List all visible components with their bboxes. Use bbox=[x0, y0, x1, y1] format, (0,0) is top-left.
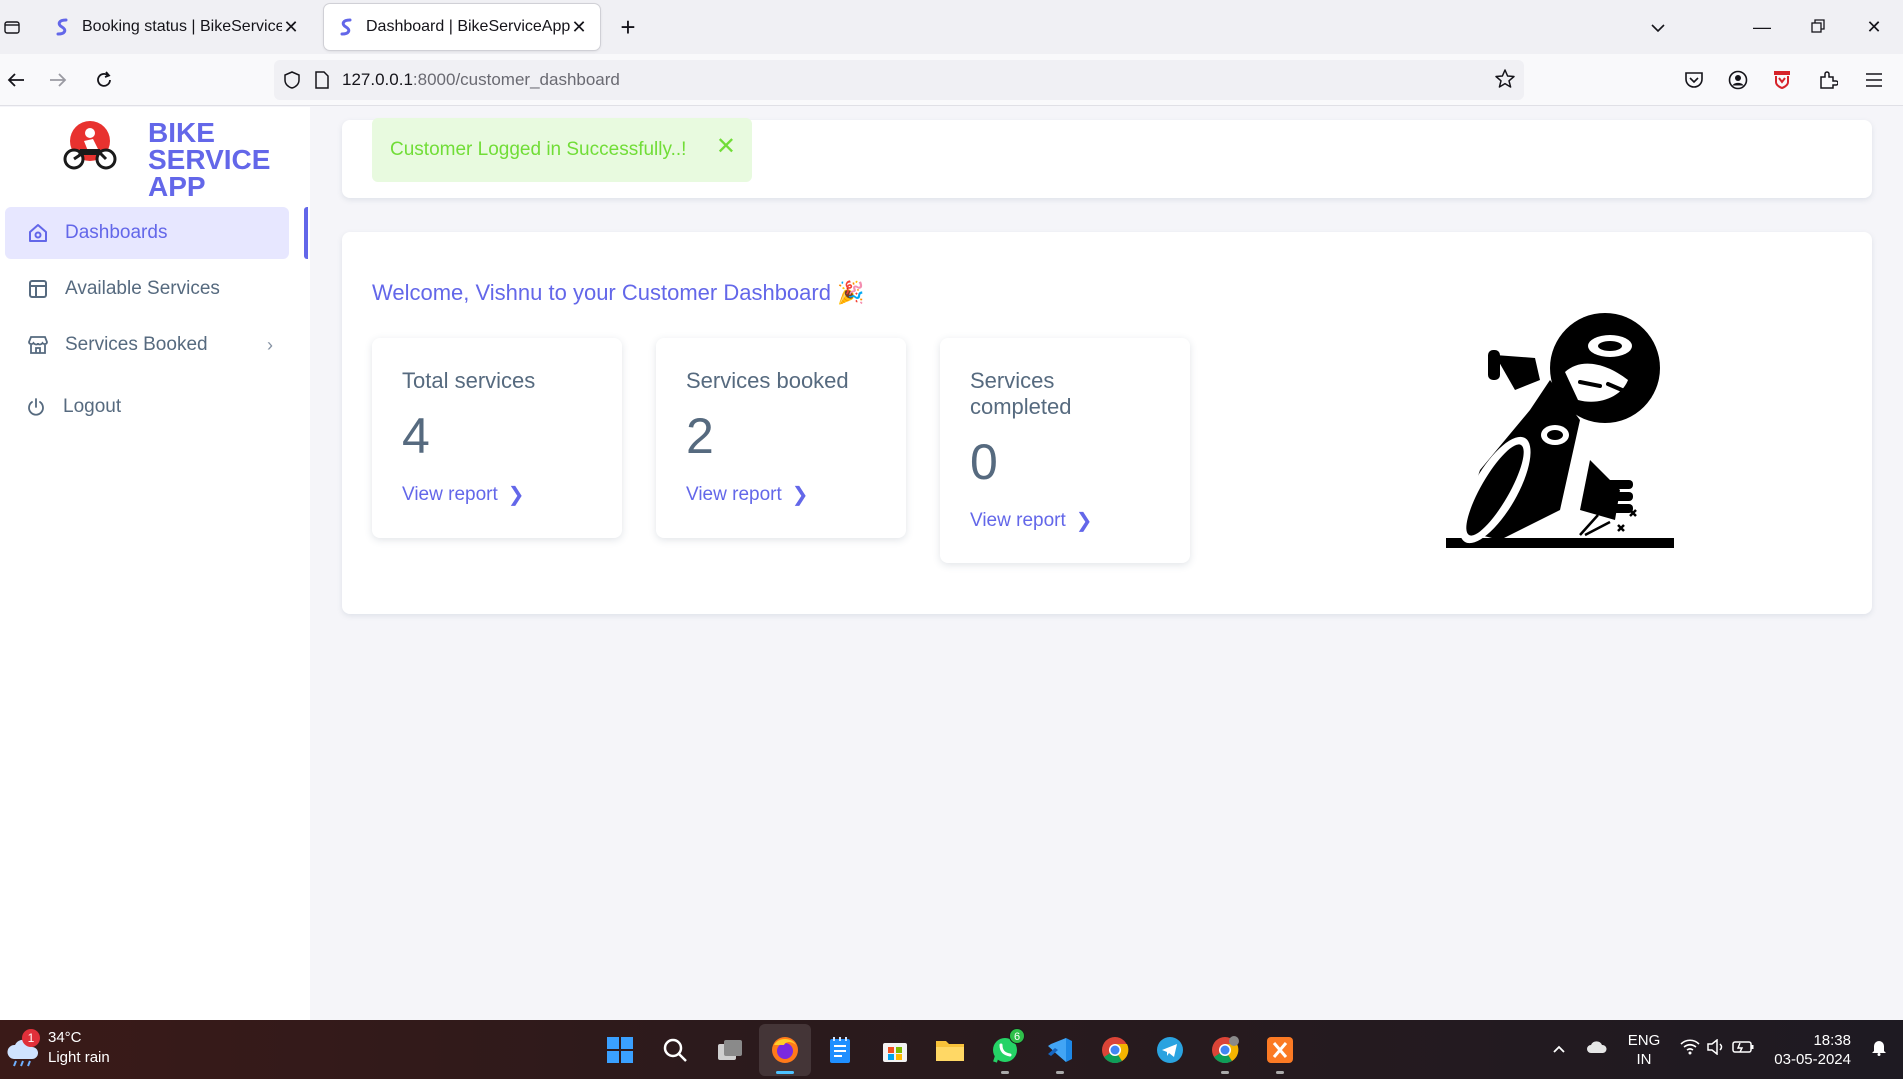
onedrive-cloud-icon[interactable] bbox=[1586, 1040, 1608, 1059]
whatsapp-icon[interactable]: 6 bbox=[979, 1024, 1031, 1076]
app-favicon-icon bbox=[52, 17, 72, 37]
brand[interactable]: BIKE SERVICE APP bbox=[60, 117, 288, 202]
firefox-icon[interactable] bbox=[759, 1024, 811, 1076]
windows-taskbar: 1 34°C Light rain 6 ENG IN 18:38 03-05-2… bbox=[0, 1020, 1903, 1079]
brand-name: BIKE SERVICE APP bbox=[148, 117, 271, 202]
stat-card-services-booked: Services booked 2 View report ❯ bbox=[656, 338, 906, 538]
task-view-icon[interactable] bbox=[704, 1024, 756, 1076]
view-report-link[interactable]: View report ❯ bbox=[686, 482, 876, 507]
chrome-profile-icon[interactable] bbox=[1199, 1024, 1251, 1076]
tab-title: Booking status | BikeServiceApp bbox=[82, 18, 282, 35]
chevron-right-icon: › bbox=[267, 334, 273, 355]
language-indicator[interactable]: ENG IN bbox=[1628, 1031, 1661, 1069]
view-report-link[interactable]: View report ❯ bbox=[402, 482, 592, 507]
bike-logo-icon bbox=[63, 121, 117, 170]
shield-icon[interactable] bbox=[280, 68, 304, 92]
tab-close-icon[interactable]: ✕ bbox=[282, 17, 300, 38]
volume-icon[interactable] bbox=[1706, 1038, 1726, 1060]
weather-badge: 1 bbox=[22, 1029, 40, 1047]
close-window-icon[interactable]: ✕ bbox=[1854, 12, 1894, 42]
chevron-right-icon: ❯ bbox=[1075, 510, 1093, 532]
stat-title: Total services bbox=[402, 368, 536, 393]
stat-value: 4 bbox=[402, 408, 430, 464]
notepad-icon[interactable] bbox=[814, 1024, 866, 1076]
browser-nav-bar: 127.0.0.1:8000/customer_dashboard bbox=[0, 54, 1903, 106]
menu-hamburger-icon[interactable] bbox=[1858, 64, 1890, 96]
pocket-icon[interactable] bbox=[1678, 64, 1710, 96]
reload-icon[interactable] bbox=[88, 64, 120, 96]
wifi-icon[interactable] bbox=[1680, 1039, 1700, 1060]
stat-title: Services completed bbox=[970, 368, 1072, 419]
close-icon[interactable]: ✕ bbox=[716, 132, 736, 161]
address-bar[interactable]: 127.0.0.1:8000/customer_dashboard bbox=[274, 60, 1524, 100]
xampp-icon[interactable] bbox=[1254, 1024, 1306, 1076]
url-text: 127.0.0.1:8000/customer_dashboard bbox=[342, 70, 620, 89]
chevron-right-icon: ❯ bbox=[791, 484, 809, 506]
sidebar-item-dashboards[interactable]: Dashboards bbox=[5, 207, 289, 259]
account-icon[interactable] bbox=[1722, 64, 1754, 96]
weather-widget[interactable]: 1 34°C Light rain bbox=[6, 1028, 110, 1068]
sidebar-item-label: Services Booked bbox=[65, 334, 208, 355]
system-tray: ENG IN 18:38 03-05-2024 bbox=[1542, 1020, 1903, 1079]
welcome-heading: Welcome, Vishnu to your Customer Dashboa… bbox=[372, 280, 865, 305]
active-indicator bbox=[304, 207, 308, 259]
app-favicon-icon bbox=[336, 17, 356, 37]
notification-bell-icon[interactable] bbox=[1871, 1038, 1887, 1061]
layout-icon bbox=[25, 276, 51, 302]
new-tab-icon[interactable]: + bbox=[614, 12, 642, 42]
tab-close-icon[interactable]: ✕ bbox=[570, 17, 588, 38]
motorcycle-rider-illustration bbox=[1446, 313, 1674, 548]
sidebar-item-label: Available Services bbox=[65, 278, 220, 299]
tab-dashboard[interactable]: Dashboard | BikeServiceApp ✕ bbox=[324, 4, 600, 50]
back-icon[interactable] bbox=[0, 64, 32, 96]
forward-icon[interactable] bbox=[42, 64, 74, 96]
tab-list-icon[interactable] bbox=[0, 14, 24, 40]
bookmark-star-icon[interactable] bbox=[1494, 68, 1516, 95]
power-icon bbox=[23, 394, 49, 420]
stat-title: Services booked bbox=[686, 368, 849, 393]
extension-shield-icon[interactable] bbox=[1766, 64, 1798, 96]
minimize-icon[interactable]: — bbox=[1742, 12, 1782, 42]
cloud-rain-icon: 1 bbox=[6, 1029, 44, 1067]
restore-icon[interactable] bbox=[1798, 12, 1838, 42]
clock[interactable]: 18:38 03-05-2024 bbox=[1774, 1031, 1851, 1069]
stat-value: 2 bbox=[686, 408, 714, 464]
weather-text: 34°C Light rain bbox=[48, 1029, 110, 1066]
sidebar-item-logout[interactable]: Logout bbox=[5, 381, 289, 433]
sidebar-item-label: Logout bbox=[63, 396, 122, 417]
tab-overflow-chevron-icon[interactable] bbox=[1638, 12, 1678, 42]
alert-message: Customer Logged in Successfully..! bbox=[390, 139, 687, 160]
search-icon[interactable] bbox=[649, 1024, 701, 1076]
stat-card-services-completed: Services completed 0 View report ❯ bbox=[940, 338, 1190, 563]
home-icon bbox=[25, 220, 51, 246]
file-explorer-icon[interactable] bbox=[924, 1024, 976, 1076]
taskbar-apps: 6 bbox=[594, 1024, 1309, 1076]
tab-booking-status[interactable]: Booking status | BikeServiceApp ✕ bbox=[40, 4, 312, 50]
extensions-icon[interactable] bbox=[1812, 64, 1844, 96]
chevron-up-icon[interactable] bbox=[1552, 1040, 1566, 1059]
vscode-icon[interactable] bbox=[1034, 1024, 1086, 1076]
sidebar: BIKE SERVICE APP Dashboards Available Se… bbox=[0, 107, 310, 1020]
windows-start-icon[interactable] bbox=[594, 1024, 646, 1076]
success-alert: Customer Logged in Successfully..! ✕ bbox=[372, 118, 752, 182]
microsoft-store-icon[interactable] bbox=[869, 1024, 921, 1076]
browser-tab-bar: Booking status | BikeServiceApp ✕ Dashbo… bbox=[0, 0, 1903, 54]
whatsapp-badge: 6 bbox=[1009, 1028, 1025, 1044]
store-icon bbox=[25, 332, 51, 358]
sidebar-item-available-services[interactable]: Available Services bbox=[5, 263, 289, 315]
stat-card-total-services: Total services 4 View report ❯ bbox=[372, 338, 622, 538]
stat-value: 0 bbox=[970, 434, 998, 490]
page-icon[interactable] bbox=[310, 68, 334, 92]
sidebar-item-label: Dashboards bbox=[65, 222, 168, 243]
tab-title: Dashboard | BikeServiceApp bbox=[366, 18, 570, 35]
chrome-icon[interactable] bbox=[1089, 1024, 1141, 1076]
view-report-link[interactable]: View report ❯ bbox=[970, 508, 1160, 533]
telegram-icon[interactable] bbox=[1144, 1024, 1196, 1076]
chevron-right-icon: ❯ bbox=[507, 484, 525, 506]
battery-icon[interactable] bbox=[1732, 1040, 1754, 1059]
sidebar-item-services-booked[interactable]: Services Booked › bbox=[5, 319, 289, 371]
